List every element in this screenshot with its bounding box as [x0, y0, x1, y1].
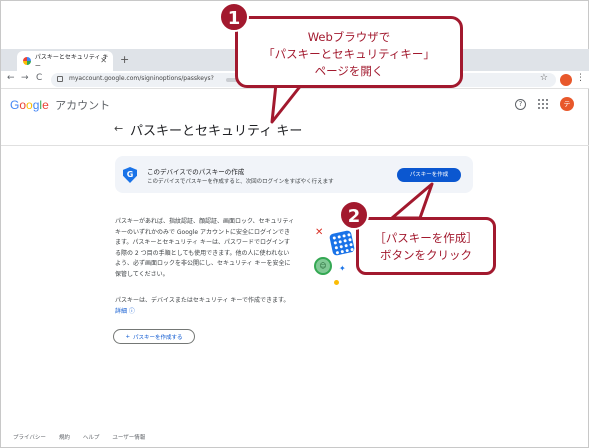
avatar[interactable]: テ: [560, 97, 574, 111]
learn-more-link[interactable]: 詳細: [115, 308, 127, 315]
callout-line: ［パスキーを作成］: [374, 231, 478, 245]
google-account-logo[interactable]: Google アカウント: [10, 97, 110, 113]
profile-icon[interactable]: [560, 74, 572, 86]
callout-step2: ［パスキーを作成］ ボタンをクリック: [356, 217, 496, 275]
passkey-note: パスキーは、デバイスまたはセキュリティ キーで作成できます。 詳細 ⓘ: [115, 296, 295, 317]
google-favicon-icon: [23, 57, 31, 65]
create-passkey-banner: G このデバイスでのパスキーの作成 このデバイスでパスキーを作成すると、次回のロ…: [115, 156, 473, 193]
logo-letter: G: [10, 98, 20, 112]
info-icon: ⓘ: [127, 307, 135, 315]
account-label: アカウント: [55, 100, 111, 112]
banner-title: このデバイスでのパスキーの作成: [147, 168, 245, 176]
new-tab-button[interactable]: +: [120, 53, 129, 66]
banner-subtitle: このデバイスでパスキーを作成すると、次回のログインをすばやく行えます: [147, 179, 334, 185]
google-shield-icon: G: [123, 167, 137, 183]
create-passkey-outline-label: パスキーを作成する: [133, 334, 183, 341]
plus-icon: +: [125, 333, 131, 340]
passkey-note-text: パスキーは、デバイスまたはセキュリティ キーで作成できます。: [115, 297, 290, 304]
passkey-description: パスキーがあれば、指紋認証、顔認証、画面ロック、セキュリティ キーのいずれかのみ…: [115, 218, 295, 278]
logo-letter: o: [26, 98, 33, 112]
tab-passkeys[interactable]: パスキーとセキュリティ キー ✕: [17, 51, 113, 71]
footer-link-privacy[interactable]: プライバシー: [13, 433, 46, 441]
page-title: パスキーとセキュリティ キー: [130, 124, 303, 139]
header-divider: [1, 145, 589, 146]
browser-menu-icon[interactable]: ⋮: [576, 73, 585, 83]
footer-links: プライバシー 規約 ヘルプ ユーザー情報: [13, 433, 145, 441]
footer-link-terms[interactable]: 規約: [59, 433, 70, 441]
callout-line: ページを開く: [314, 64, 384, 78]
header-icons: ? テ: [515, 97, 574, 111]
callout-line: ボタンをクリック: [380, 248, 472, 262]
footer-link-help[interactable]: ヘルプ: [83, 433, 100, 441]
forward-icon[interactable]: →: [21, 73, 29, 83]
back-icon[interactable]: ←: [7, 73, 15, 83]
illustration-keypad-icon: [328, 229, 356, 257]
url-text: myaccount.google.com/signinoptions/passk…: [69, 75, 214, 82]
step1-badge: 1: [219, 2, 249, 32]
create-passkey-button[interactable]: パスキーを作成: [397, 168, 461, 182]
apps-grid-icon[interactable]: [538, 99, 548, 109]
callout-step1: Webブラウザで 「パスキーとセキュリティキー」 ページを開く: [235, 16, 463, 88]
create-passkey-outline-button[interactable]: + パスキーを作成する: [113, 329, 195, 344]
callout-line: Webブラウザで: [307, 30, 391, 44]
step2-badge: 2: [339, 200, 369, 230]
help-icon[interactable]: ?: [515, 98, 526, 110]
reload-icon[interactable]: C: [36, 73, 42, 83]
footer-link-about[interactable]: ユーザー情報: [112, 433, 145, 441]
site-info-icon[interactable]: [57, 76, 63, 82]
logo-letter: e: [42, 98, 49, 112]
illustration-dot: [334, 280, 339, 285]
page-back-icon[interactable]: ←: [114, 122, 123, 135]
illustration-face-icon: ☺: [314, 257, 332, 275]
close-tab-icon[interactable]: ✕: [100, 56, 107, 65]
illustration-x-icon: ✕: [315, 227, 324, 238]
callout-step1-text: Webブラウザで 「パスキーとセキュリティキー」 ページを開く: [238, 29, 460, 80]
illustration-sparkle-icon: ✦: [339, 264, 346, 273]
bookmark-star-icon[interactable]: ☆: [540, 73, 548, 83]
callout-line: 「パスキーとセキュリティキー」: [263, 47, 435, 61]
callout-step2-text: ［パスキーを作成］ ボタンをクリック: [359, 230, 493, 264]
